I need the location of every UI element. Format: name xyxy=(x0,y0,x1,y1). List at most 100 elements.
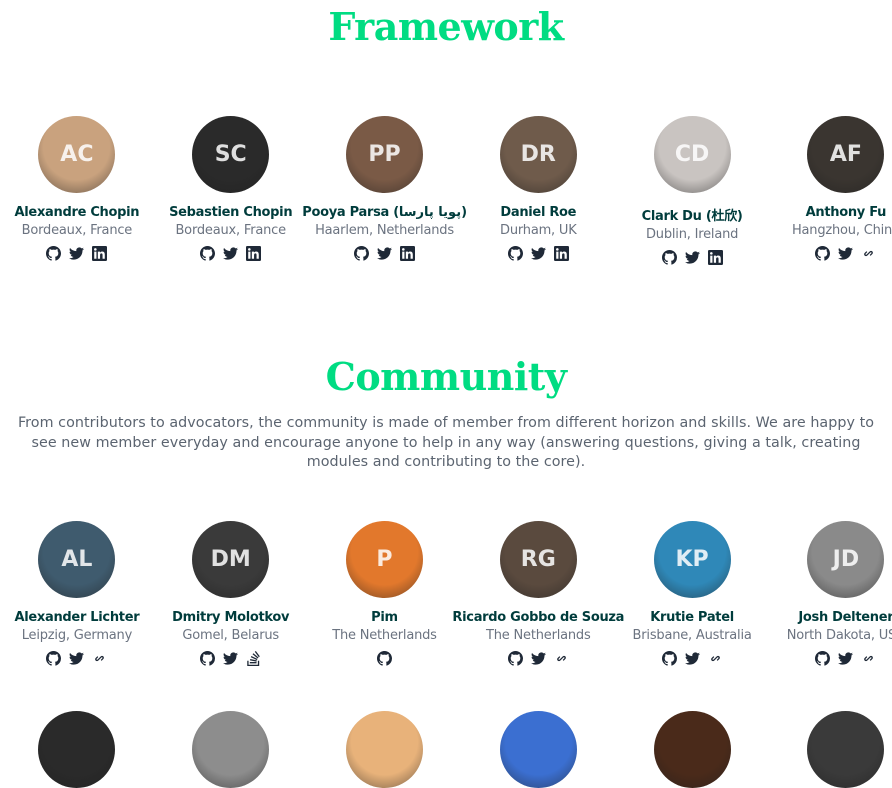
twitter-icon[interactable] xyxy=(838,650,854,666)
member-card: RG Ricardo Gobbo de Souza The Netherlands xyxy=(452,521,624,666)
avatar: RG xyxy=(499,521,577,598)
avatar: PP xyxy=(345,116,423,193)
avatar: JD xyxy=(807,521,885,598)
avatar-initials: PP xyxy=(368,142,401,167)
avatar-initials: DR xyxy=(520,142,556,167)
member-card: P Pim The Netherlands xyxy=(308,521,462,666)
avatar-initials: DM xyxy=(210,547,251,572)
avatar xyxy=(192,711,270,788)
member-name: Josh Deltener xyxy=(798,610,892,625)
twitter-icon[interactable] xyxy=(223,245,239,261)
member-card: AC Alexandre Chopin Bordeaux, France xyxy=(0,116,154,265)
github-icon[interactable] xyxy=(507,245,523,261)
github-icon[interactable] xyxy=(46,650,62,666)
community-description: From contributors to advocators, the com… xyxy=(17,415,875,470)
member-name: Krutie Patel xyxy=(650,610,734,625)
twitter-icon[interactable] xyxy=(838,245,854,261)
linkedin-icon[interactable] xyxy=(553,245,569,261)
avatar-initials: AF xyxy=(829,142,862,167)
member-name: Clark Du (杜欣) xyxy=(641,209,743,224)
member-location: North Dakota, USA xyxy=(786,628,892,643)
avatar: SC xyxy=(192,116,270,193)
member-social-links xyxy=(200,245,262,261)
member-name: Sebastien Chopin xyxy=(169,205,293,220)
member-social-links xyxy=(507,650,569,666)
member-social-links xyxy=(661,650,723,666)
framework-section-title: Framework xyxy=(328,4,564,49)
linkedin-icon[interactable] xyxy=(707,249,723,265)
github-icon[interactable] xyxy=(815,650,831,666)
member-card: PP Pooya Parsa (پویا پارسا) Haarlem, Nethe… xyxy=(302,116,467,265)
avatar: DR xyxy=(499,116,577,193)
avatar-initials: AL xyxy=(61,547,93,572)
twitter-icon[interactable] xyxy=(684,249,700,265)
member-social-links xyxy=(353,245,415,261)
avatar: P xyxy=(345,521,423,598)
avatar xyxy=(653,711,731,788)
stackoverflow-icon[interactable] xyxy=(246,650,262,666)
github-icon[interactable] xyxy=(46,245,62,261)
member-location: Gomel, Belarus xyxy=(182,628,279,643)
link-icon[interactable] xyxy=(707,650,723,666)
member-name: Pim xyxy=(371,610,398,625)
github-icon[interactable] xyxy=(200,650,216,666)
community-members-grid-next-row xyxy=(0,711,892,788)
member-location: The Netherlands xyxy=(486,628,591,643)
github-icon[interactable] xyxy=(815,245,831,261)
member-card: CD Clark Du (杜欣) Dublin, Ireland xyxy=(615,116,769,265)
link-icon[interactable] xyxy=(553,650,569,666)
link-icon[interactable] xyxy=(92,650,108,666)
avatar xyxy=(345,711,423,788)
member-social-links xyxy=(46,650,108,666)
member-location: Brisbane, Australia xyxy=(632,628,752,643)
avatar-initials: KP xyxy=(675,547,709,572)
member-location: Hangzhou, China xyxy=(791,223,892,238)
github-icon[interactable] xyxy=(661,249,677,265)
twitter-icon[interactable] xyxy=(69,650,85,666)
member-card: AF Anthony Fu Hangzhou, China xyxy=(769,116,892,265)
avatar xyxy=(38,711,116,788)
avatar: AF xyxy=(807,116,885,193)
member-social-links xyxy=(507,245,569,261)
member-card: SC Sebastien Chopin Bordeaux, France xyxy=(154,116,308,265)
twitter-icon[interactable] xyxy=(530,650,546,666)
twitter-icon[interactable] xyxy=(376,245,392,261)
member-card: AL Alexander Lichter Leipzig, Germany xyxy=(0,521,154,666)
avatar: DM xyxy=(192,521,270,598)
member-location: Dublin, Ireland xyxy=(645,227,739,242)
github-icon[interactable] xyxy=(661,650,677,666)
community-members-grid: AL Alexander Lichter Leipzig, Germany DM Dmi… xyxy=(0,521,892,666)
member-social-links xyxy=(376,650,392,666)
avatar xyxy=(807,711,885,788)
github-icon[interactable] xyxy=(507,650,523,666)
member-card xyxy=(615,711,769,788)
member-location: Haarlem, Netherlands xyxy=(315,223,454,238)
twitter-icon[interactable] xyxy=(684,650,700,666)
member-name: Pooya Parsa (پویا پارسا) xyxy=(302,205,467,220)
link-icon[interactable] xyxy=(861,245,877,261)
twitter-icon[interactable] xyxy=(69,245,85,261)
member-social-links xyxy=(815,650,877,666)
member-name: Alexandre Chopin xyxy=(14,205,140,220)
member-card: KP Krutie Patel Brisbane, Australia xyxy=(615,521,769,666)
twitter-icon[interactable] xyxy=(223,650,239,666)
github-icon[interactable] xyxy=(376,650,392,666)
member-card: JD Josh Deltener North Dakota, USA xyxy=(769,521,892,666)
framework-team-grid: AC Alexandre Chopin Bordeaux, France SC Seba… xyxy=(0,116,892,265)
avatar-initials: RG xyxy=(520,547,556,572)
member-location: The Netherlands xyxy=(332,628,437,643)
avatar-initials: AC xyxy=(60,142,94,167)
avatar: CD xyxy=(653,116,731,193)
link-icon[interactable] xyxy=(861,650,877,666)
github-icon[interactable] xyxy=(353,245,369,261)
twitter-icon[interactable] xyxy=(530,245,546,261)
linkedin-icon[interactable] xyxy=(92,245,108,261)
github-icon[interactable] xyxy=(200,245,216,261)
avatar xyxy=(499,711,577,788)
linkedin-icon[interactable] xyxy=(399,245,415,261)
linkedin-icon[interactable] xyxy=(246,245,262,261)
member-name: Dmitry Molotkov xyxy=(172,610,290,625)
member-card xyxy=(0,711,154,788)
member-card xyxy=(308,711,462,788)
avatar-initials: CD xyxy=(674,142,710,167)
